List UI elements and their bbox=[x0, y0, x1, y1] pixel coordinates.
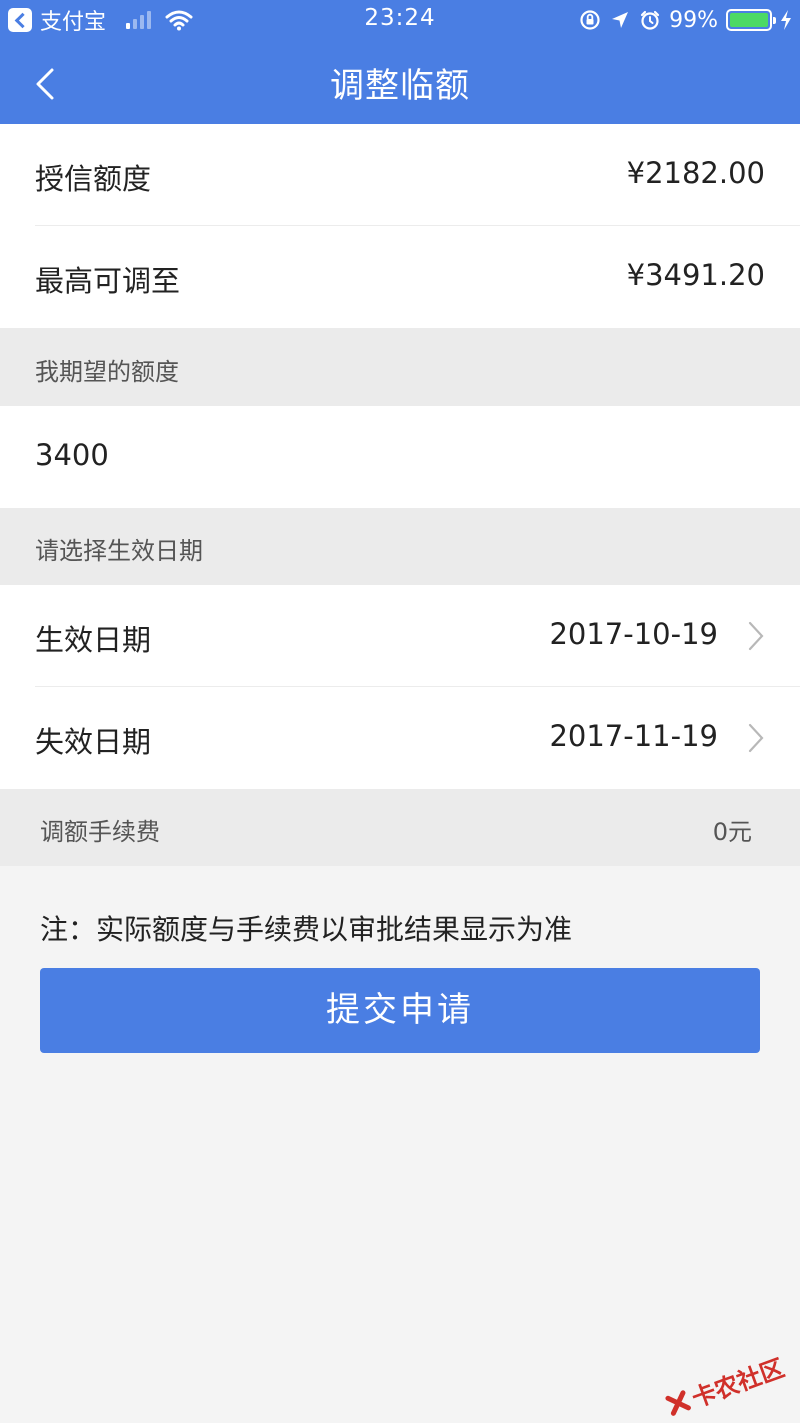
effective-date-row[interactable]: 生效日期 2017-10-19 bbox=[0, 585, 800, 686]
status-bar-right: 99% bbox=[579, 5, 792, 35]
credit-info-group: 授信额度 ¥2182.00 最高可调至 ¥3491.20 bbox=[0, 124, 800, 328]
rotation-lock-icon bbox=[580, 10, 600, 30]
granted-credit-value: ¥2182.00 bbox=[626, 156, 765, 190]
watermark: 卡农社区 bbox=[662, 1348, 789, 1423]
chevron-right-icon bbox=[748, 621, 764, 651]
watermark-text: 卡农社区 bbox=[688, 1353, 788, 1413]
watermark-logo-icon bbox=[665, 1389, 691, 1416]
granted-credit-label: 授信额度 bbox=[35, 162, 152, 196]
effective-date-label: 生效日期 bbox=[35, 623, 152, 657]
location-arrow-icon bbox=[612, 12, 629, 28]
max-credit-value: ¥3491.20 bbox=[626, 258, 765, 292]
date-group: 生效日期 2017-10-19 失效日期 2017-11-19 bbox=[0, 585, 800, 789]
page-title: 调整临额 bbox=[330, 66, 470, 106]
battery-percent: 99% bbox=[669, 7, 718, 33]
expected-amount-section-label: 我期望的额度 bbox=[35, 358, 179, 386]
expected-amount-input-row[interactable]: 3400 bbox=[0, 406, 800, 508]
approval-note: 注：实际额度与手续费以审批结果显示为准 bbox=[40, 913, 573, 946]
row-divider bbox=[35, 225, 800, 226]
fee-value: 0元 bbox=[712, 818, 752, 846]
expire-date-row[interactable]: 失效日期 2017-11-19 bbox=[0, 687, 800, 789]
submit-application-button[interactable]: 提交申请 bbox=[40, 968, 760, 1053]
expire-date-value[interactable]: 2017-11-19 bbox=[549, 719, 718, 753]
date-section-label: 请选择生效日期 bbox=[35, 537, 203, 565]
fee-row: 调额手续费 0元 bbox=[0, 789, 800, 866]
expire-date-label: 失效日期 bbox=[35, 725, 152, 759]
battery-icon bbox=[726, 9, 776, 31]
effective-date-value[interactable]: 2017-10-19 bbox=[549, 617, 718, 651]
date-section: 请选择生效日期 bbox=[0, 508, 800, 585]
status-bar: 支付宝 23:24 99% bbox=[0, 0, 800, 40]
expected-amount-input[interactable]: 3400 bbox=[35, 438, 109, 472]
max-credit-label: 最高可调至 bbox=[35, 264, 181, 298]
battery-level-fill bbox=[730, 13, 768, 27]
chevron-right-icon bbox=[748, 723, 764, 753]
nav-bar: 调整临额 bbox=[0, 40, 800, 124]
alarm-clock-icon bbox=[640, 10, 660, 30]
charging-bolt-icon bbox=[781, 10, 791, 30]
expected-amount-section: 我期望的额度 bbox=[0, 328, 800, 406]
fee-label: 调额手续费 bbox=[40, 818, 160, 846]
